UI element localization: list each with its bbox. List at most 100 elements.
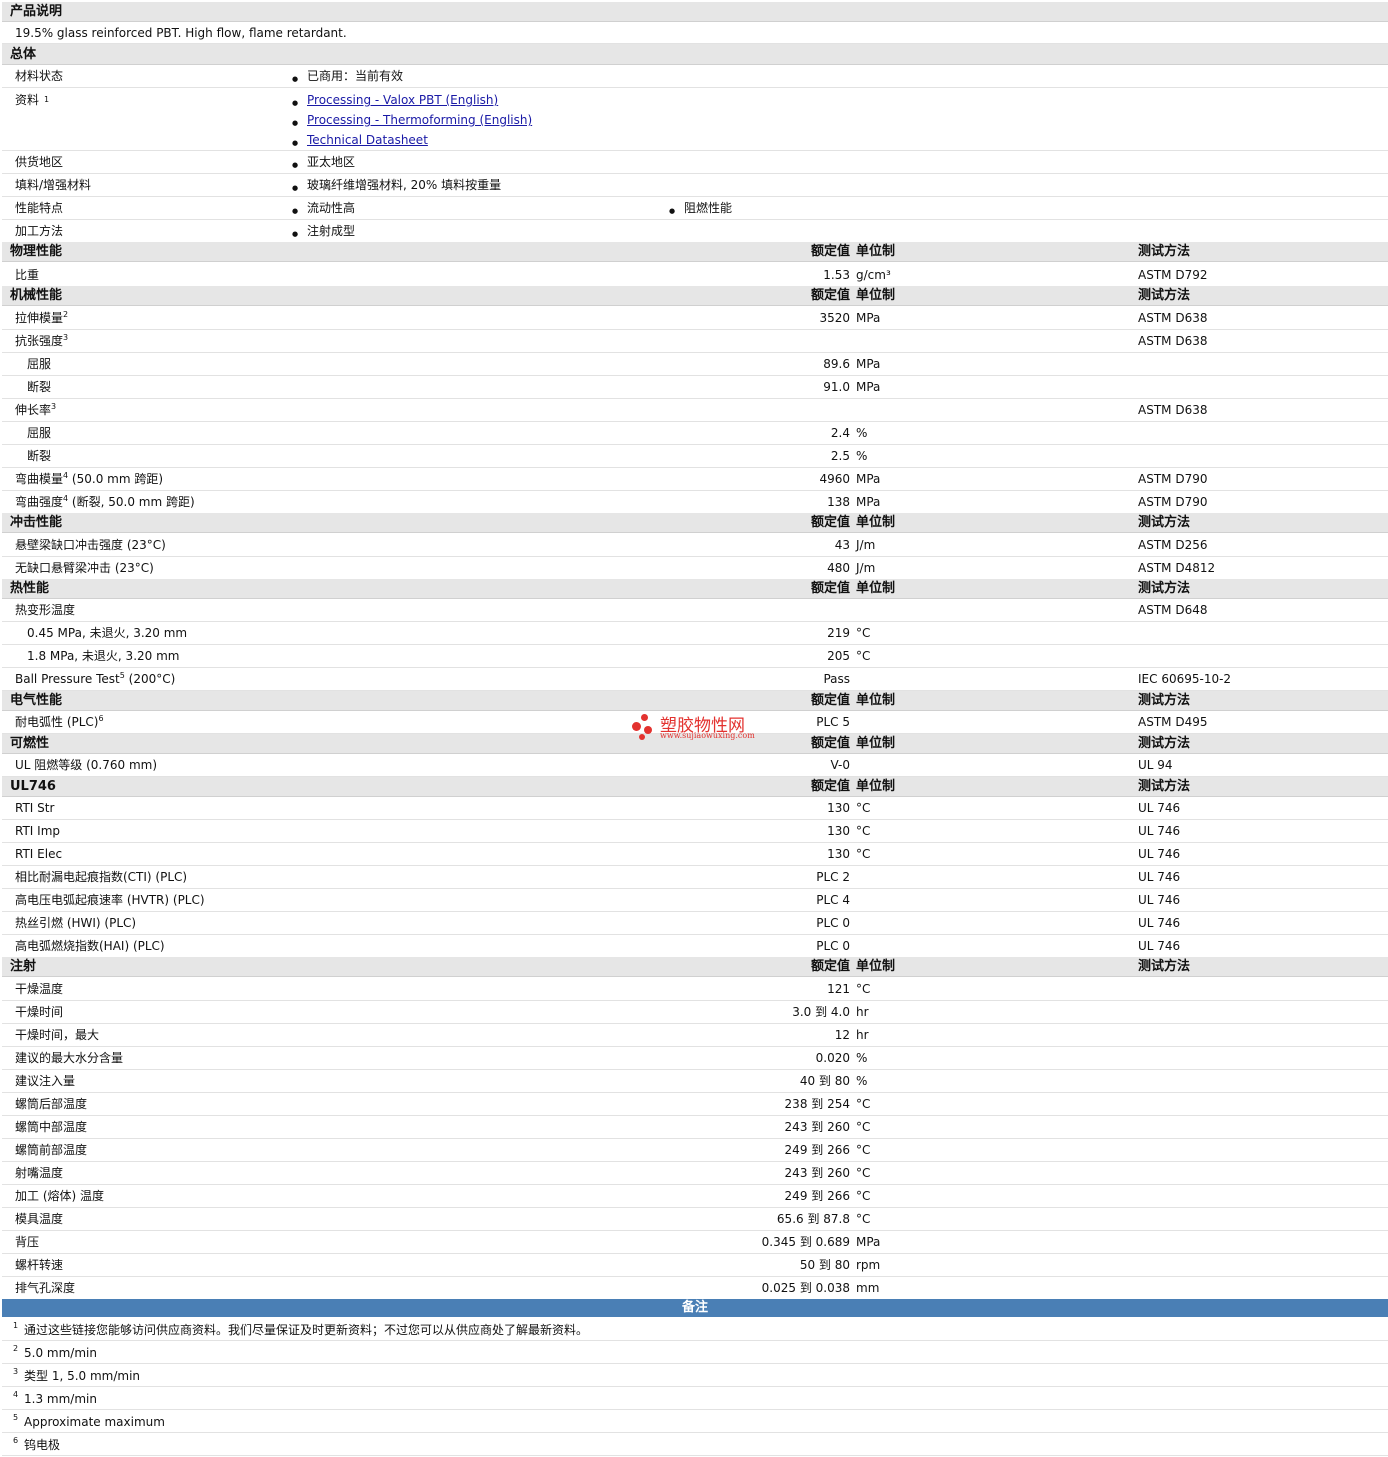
row-value: 249 到 266 [784, 1189, 850, 1203]
row-label: 模具温度 [15, 1208, 63, 1231]
col-header-test: 测试方法 [1138, 779, 1191, 794]
note-row: 2 5.0 mm/min [2, 1341, 1388, 1364]
row-test-method: UL 94 [1138, 758, 1173, 772]
row-unit: MPa [856, 311, 881, 325]
row-test-method: UL 746 [1138, 801, 1181, 815]
row-label: 排气孔深度 [15, 1277, 75, 1300]
general-value: 注射成型 [292, 220, 355, 246]
row-label-text: 屈服 [27, 426, 52, 440]
row-label-text: 螺杆转速 [15, 1258, 64, 1272]
row-label: UL 阻燃等级 (0.760 mm) [15, 754, 157, 777]
general-label: 性能特点 [15, 201, 64, 215]
row-label-text: 干燥时间 [15, 1005, 64, 1019]
row-label: 相比耐漏电起痕指数(CTI) (PLC) [15, 866, 187, 889]
section-header: 机械性能 额定值 单位制 测试方法 [2, 286, 1388, 306]
row-label-text: 弯曲模量 [15, 472, 64, 486]
row-unit: MPa [856, 357, 881, 371]
section-header: 总体 [2, 44, 1388, 65]
row-unit: °C [856, 847, 871, 861]
col-header-test: 测试方法 [1138, 244, 1191, 259]
row-label: 螺筒后部温度 [15, 1093, 87, 1116]
general-label: 供货地区 [15, 155, 64, 169]
col-header-value: 额定值 [810, 288, 850, 303]
row-value: 205 [827, 649, 850, 663]
table-row: 比重 1.53 g/cm³ ASTM D792 [2, 264, 1388, 287]
row-label: 弯曲强度4 (断裂, 50.0 mm 跨距) [15, 491, 195, 514]
table-row: 射嘴温度 243 到 260 °C [2, 1162, 1388, 1185]
row-value: 1.53 [823, 268, 850, 282]
col-header-test: 测试方法 [1138, 693, 1191, 708]
resource-link[interactable]: Processing - Valox PBT (English) [307, 93, 498, 107]
table-row: 螺筒前部温度 249 到 266 °C [2, 1139, 1388, 1162]
row-label: 1.8 MPa, 未退火, 3.20 mm [27, 645, 179, 668]
table-row: 无缺口悬臂梁冲击 (23°C) 480 J/m ASTM D4812 [2, 557, 1388, 580]
row-label: 断裂 [27, 445, 51, 468]
row-label-text: 弯曲强度 [15, 495, 64, 509]
row-label-text: 建议注入量 [15, 1074, 76, 1088]
row-value: 40 到 80 [799, 1074, 850, 1088]
row-test-method: UL 746 [1138, 824, 1181, 838]
row-value: 4960 [819, 472, 850, 486]
note-row: 6 钨电极 [2, 1433, 1388, 1456]
row-label-text: 排气孔深度 [15, 1281, 76, 1295]
row-label: 伸长率3 [15, 399, 56, 422]
table-row: 螺筒中部温度 243 到 260 °C [2, 1116, 1388, 1139]
row-test-method: ASTM D638 [1138, 403, 1208, 417]
note-text: 5.0 mm/min [24, 1346, 97, 1360]
section-header: 物理性能 额定值 单位制 测试方法 [2, 242, 1388, 262]
table-row: 背压 0.345 到 0.689 MPa [2, 1231, 1388, 1254]
footnote-ref: 6 [98, 714, 104, 723]
general-label: 填料/增强材料 [15, 178, 92, 192]
row-label-text: UL 阻燃等级 (0.760 mm) [15, 758, 158, 772]
row-value: 43 [834, 538, 850, 552]
row-value: 243 到 260 [784, 1120, 850, 1134]
section-title: 机械性能 [10, 288, 63, 303]
row-value: 249 到 266 [784, 1143, 850, 1157]
table-row: 螺筒后部温度 238 到 254 °C [2, 1093, 1388, 1116]
general-value: 已商用：当前有效 [292, 65, 403, 91]
col-header-unit: 单位制 [856, 693, 896, 708]
resource-link[interactable]: Processing - Thermoforming (English) [307, 113, 532, 127]
general-row-supply_region: 供货地区 亚太地区 [2, 151, 1388, 177]
section-header: 热性能 额定值 单位制 测试方法 [2, 579, 1388, 599]
row-unit: °C [856, 649, 871, 663]
table-row: 1.8 MPa, 未退火, 3.20 mm 205 °C [2, 645, 1388, 668]
row-test-method: ASTM D648 [1138, 603, 1208, 617]
row-label: 背压 [15, 1231, 39, 1254]
row-test-method: ASTM D638 [1138, 311, 1208, 325]
col-header-test: 测试方法 [1138, 515, 1191, 530]
row-value: 130 [827, 801, 850, 815]
row-unit: MPa [856, 472, 881, 486]
note-text: 钨电极 [24, 1438, 61, 1452]
table-row: 干燥时间，最大 12 hr [2, 1024, 1388, 1047]
row-label: 螺筒中部温度 [15, 1116, 87, 1139]
row-value: 50 到 80 [799, 1258, 850, 1272]
row-label-suffix: (断裂, 50.0 mm 跨距) [68, 495, 195, 509]
row-unit: MPa [856, 495, 881, 509]
watermark-logo: 塑胶物性网 www.sujiaowuxing.com [630, 710, 770, 746]
col-header-test: 测试方法 [1138, 736, 1191, 751]
general-value: 亚太地区 [292, 151, 355, 177]
row-label-text: 热丝引燃 (HWI) (PLC) [15, 916, 137, 930]
row-label-text: 相比耐漏电起痕指数(CTI) (PLC) [15, 870, 188, 884]
row-label: RTI Elec [15, 843, 62, 866]
table-row: 热变形温度 ASTM D648 [2, 599, 1388, 622]
resource-link[interactable]: Technical Datasheet [307, 133, 428, 147]
row-label-text: 悬壁梁缺口冲击强度 (23°C) [15, 538, 166, 552]
section-title: 注射 [10, 959, 37, 974]
row-value: 12 [834, 1028, 850, 1042]
col-header-test: 测试方法 [1138, 288, 1191, 303]
table-row: 干燥温度 121 °C [2, 978, 1388, 1001]
col-header-unit: 单位制 [856, 515, 896, 530]
general-row-filler: 填料/增强材料 玻璃纤维增强材料, 20% 填料按重量 [2, 174, 1388, 200]
section-header: UL746 额定值 单位制 测试方法 [2, 777, 1388, 797]
row-label: 干燥温度 [15, 978, 63, 1001]
footnote-ref: 1 [44, 95, 50, 104]
row-value: 0.020 [815, 1051, 850, 1065]
col-header-value: 额定值 [810, 693, 850, 708]
row-label-text: RTI Str [15, 801, 55, 815]
table-row: 建议的最大水分含量 0.020% [2, 1047, 1388, 1070]
row-test-method: UL 746 [1138, 893, 1181, 907]
row-label-text: 断裂 [27, 449, 52, 463]
row-label: 加工 (熔体) 温度 [15, 1185, 104, 1208]
